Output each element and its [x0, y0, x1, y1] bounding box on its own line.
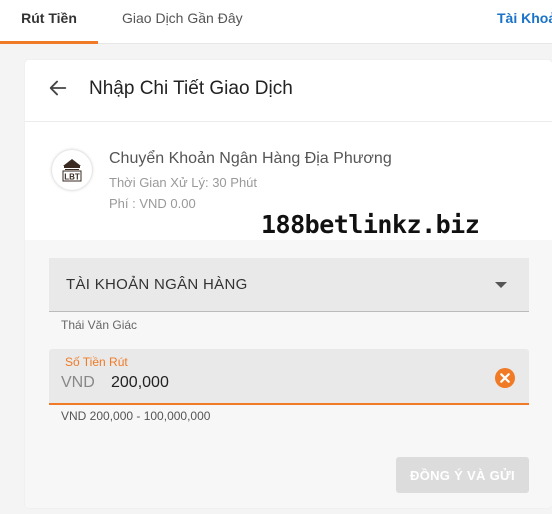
- bank-logo-text: LBT: [64, 173, 80, 182]
- amount-currency: VND: [61, 374, 95, 391]
- back-arrow-icon[interactable]: [47, 77, 69, 99]
- processing-time: Thời Gian Xử Lý: 30 Phút: [109, 175, 258, 190]
- bank-logo: LBT: [52, 150, 92, 190]
- account-holder-name: Thái Văn Giác: [61, 318, 138, 332]
- clear-icon[interactable]: [495, 368, 515, 388]
- amount-input[interactable]: [111, 371, 471, 395]
- bank-account-label: TÀI KHOẢN NGÂN HÀNG: [66, 276, 248, 293]
- card-header: Nhập Chi Tiết Giao Dịch: [25, 60, 552, 122]
- amount-field[interactable]: Số Tiền Rút VND: [49, 349, 529, 405]
- form-area: TÀI KHOẢN NGÂN HÀNG Thái Văn Giác Số Tiề…: [25, 240, 552, 508]
- watermark-text: 188betlinkz.biz: [261, 210, 480, 239]
- bank-account-select[interactable]: TÀI KHOẢN NGÂN HÀNG: [49, 258, 529, 312]
- page-title: Nhập Chi Tiết Giao Dịch: [89, 78, 293, 99]
- caret-down-icon: [495, 282, 507, 288]
- method-name: Chuyển Khoản Ngân Hàng Địa Phương: [109, 150, 392, 167]
- amount-label: Số Tiền Rút: [65, 355, 128, 369]
- tab-account[interactable]: Tài Khoả: [497, 0, 552, 44]
- tab-recent-transactions[interactable]: Giao Dịch Gần Đây: [122, 0, 243, 44]
- submit-button[interactable]: ĐỒNG Ý VÀ GỬI: [396, 457, 529, 493]
- fee-text: Phí : VND 0.00: [109, 196, 196, 211]
- amount-range-hint: VND 200,000 - 100,000,000: [61, 409, 211, 423]
- top-navigation: Rút Tiền Giao Dịch Gần Đây Tài Khoả: [0, 0, 552, 44]
- transaction-card: Nhập Chi Tiết Giao Dịch LBT Chuyển Khoản…: [25, 60, 552, 508]
- tab-withdraw[interactable]: Rút Tiền: [0, 0, 98, 44]
